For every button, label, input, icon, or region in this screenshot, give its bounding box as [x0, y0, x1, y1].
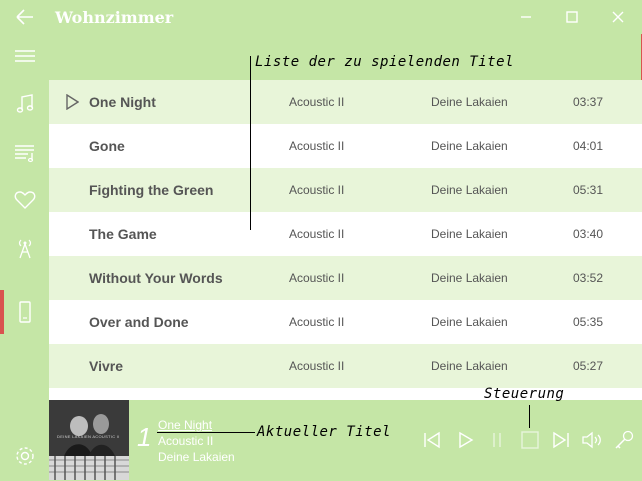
annotation-list-label: Liste der zu spielenden Titel — [255, 54, 514, 70]
radio-button[interactable] — [0, 226, 49, 270]
annotation-current-label: Aktueller Titel — [257, 424, 391, 440]
maximize-icon[interactable] — [562, 7, 582, 27]
track-title: The Game — [89, 226, 157, 242]
track-duration: 03:52 — [573, 271, 604, 285]
track-title: Gone — [89, 138, 125, 154]
track-title: One Night — [89, 94, 156, 110]
track-album: Acoustic II — [289, 359, 345, 373]
track-duration: 03:37 — [573, 95, 604, 109]
device-icon — [18, 301, 31, 323]
radio-tower-icon — [18, 239, 31, 259]
favorites-button[interactable] — [0, 178, 49, 222]
pause-icon[interactable] — [485, 428, 509, 452]
track-artist: Deine Lakaien — [431, 359, 508, 373]
back-arrow-icon[interactable] — [14, 7, 36, 27]
track-row[interactable]: Over and Done Acoustic II Deine Lakaien … — [49, 300, 642, 344]
track-duration: 05:35 — [573, 315, 604, 329]
cover-caption: DEINE LAKAIEN ACOUSTIC II — [57, 434, 120, 439]
volume-icon[interactable] — [580, 428, 604, 452]
track-artist: Deine Lakaien — [431, 271, 508, 285]
heart-icon — [14, 191, 35, 209]
track-album: Acoustic II — [289, 315, 345, 329]
music-button[interactable] — [0, 82, 49, 126]
playlist-icon — [14, 145, 34, 163]
sidebar — [0, 34, 49, 481]
play-indicator-icon — [66, 94, 79, 110]
track-row[interactable]: Fighting the Green Acoustic II Deine Lak… — [49, 168, 642, 212]
track-duration: 04:01 — [573, 139, 604, 153]
current-track-number: 1 — [137, 422, 152, 452]
track-album: Acoustic II — [289, 95, 345, 109]
annotation-controls-label: Steuerung — [484, 386, 565, 402]
track-duration: 05:27 — [573, 359, 604, 373]
next-icon[interactable] — [549, 428, 573, 452]
track-title: Vivre — [89, 358, 123, 374]
album-cover[interactable]: DEINE LAKAIEN ACOUSTIC II — [49, 400, 129, 480]
annotation-line-current — [157, 432, 255, 433]
cover-art — [49, 400, 129, 480]
close-icon[interactable] — [608, 7, 628, 27]
current-track-artist: Deine Lakaien — [158, 450, 235, 464]
player-bar: DEINE LAKAIEN ACOUSTIC II 1 One Night Ac… — [49, 400, 642, 481]
annotation-line-controls — [529, 405, 530, 428]
play-icon[interactable] — [453, 428, 477, 452]
track-duration: 05:31 — [573, 183, 604, 197]
current-track-album: Acoustic II — [158, 434, 214, 448]
track-row[interactable]: One Night Acoustic II Deine Lakaien 03:3… — [49, 80, 642, 124]
track-artist: Deine Lakaien — [431, 227, 508, 241]
menu-button[interactable] — [0, 34, 49, 78]
track-title: Without Your Words — [89, 270, 223, 286]
annotation-line-list — [250, 56, 251, 230]
track-artist: Deine Lakaien — [431, 139, 508, 153]
current-track-title[interactable]: One Night — [158, 418, 212, 432]
settings-button[interactable] — [0, 434, 49, 478]
track-duration: 03:40 — [573, 227, 604, 241]
track-artist: Deine Lakaien — [431, 183, 508, 197]
track-album: Acoustic II — [289, 183, 345, 197]
track-album: Acoustic II — [289, 271, 345, 285]
track-artist: Deine Lakaien — [431, 95, 508, 109]
previous-icon[interactable] — [420, 428, 444, 452]
menu-icon — [14, 50, 35, 62]
track-row[interactable]: Without Your Words Acoustic II Deine Lak… — [49, 256, 642, 300]
device-button[interactable] — [0, 290, 49, 334]
track-row[interactable]: Vivre Acoustic II Deine Lakaien 05:27 — [49, 344, 642, 388]
track-album: Acoustic II — [289, 227, 345, 241]
track-list: One Night Acoustic II Deine Lakaien 03:3… — [49, 80, 642, 400]
minimize-icon[interactable] — [516, 7, 536, 27]
microphone-icon[interactable] — [612, 428, 636, 452]
track-album: Acoustic II — [289, 139, 345, 153]
music-note-icon — [16, 94, 33, 113]
track-artist: Deine Lakaien — [431, 315, 508, 329]
title-bar: Wohnzimmer — [0, 0, 642, 34]
track-row[interactable]: Gone Acoustic II Deine Lakaien 04:01 — [49, 124, 642, 168]
track-title: Over and Done — [89, 314, 189, 330]
stop-icon[interactable] — [518, 428, 542, 452]
settings-icon — [15, 447, 34, 465]
app-title: Wohnzimmer — [55, 8, 174, 27]
track-row[interactable]: The Game Acoustic II Deine Lakaien 03:40 — [49, 212, 642, 256]
track-title: Fighting the Green — [89, 182, 214, 198]
playlist-button[interactable] — [0, 130, 49, 174]
